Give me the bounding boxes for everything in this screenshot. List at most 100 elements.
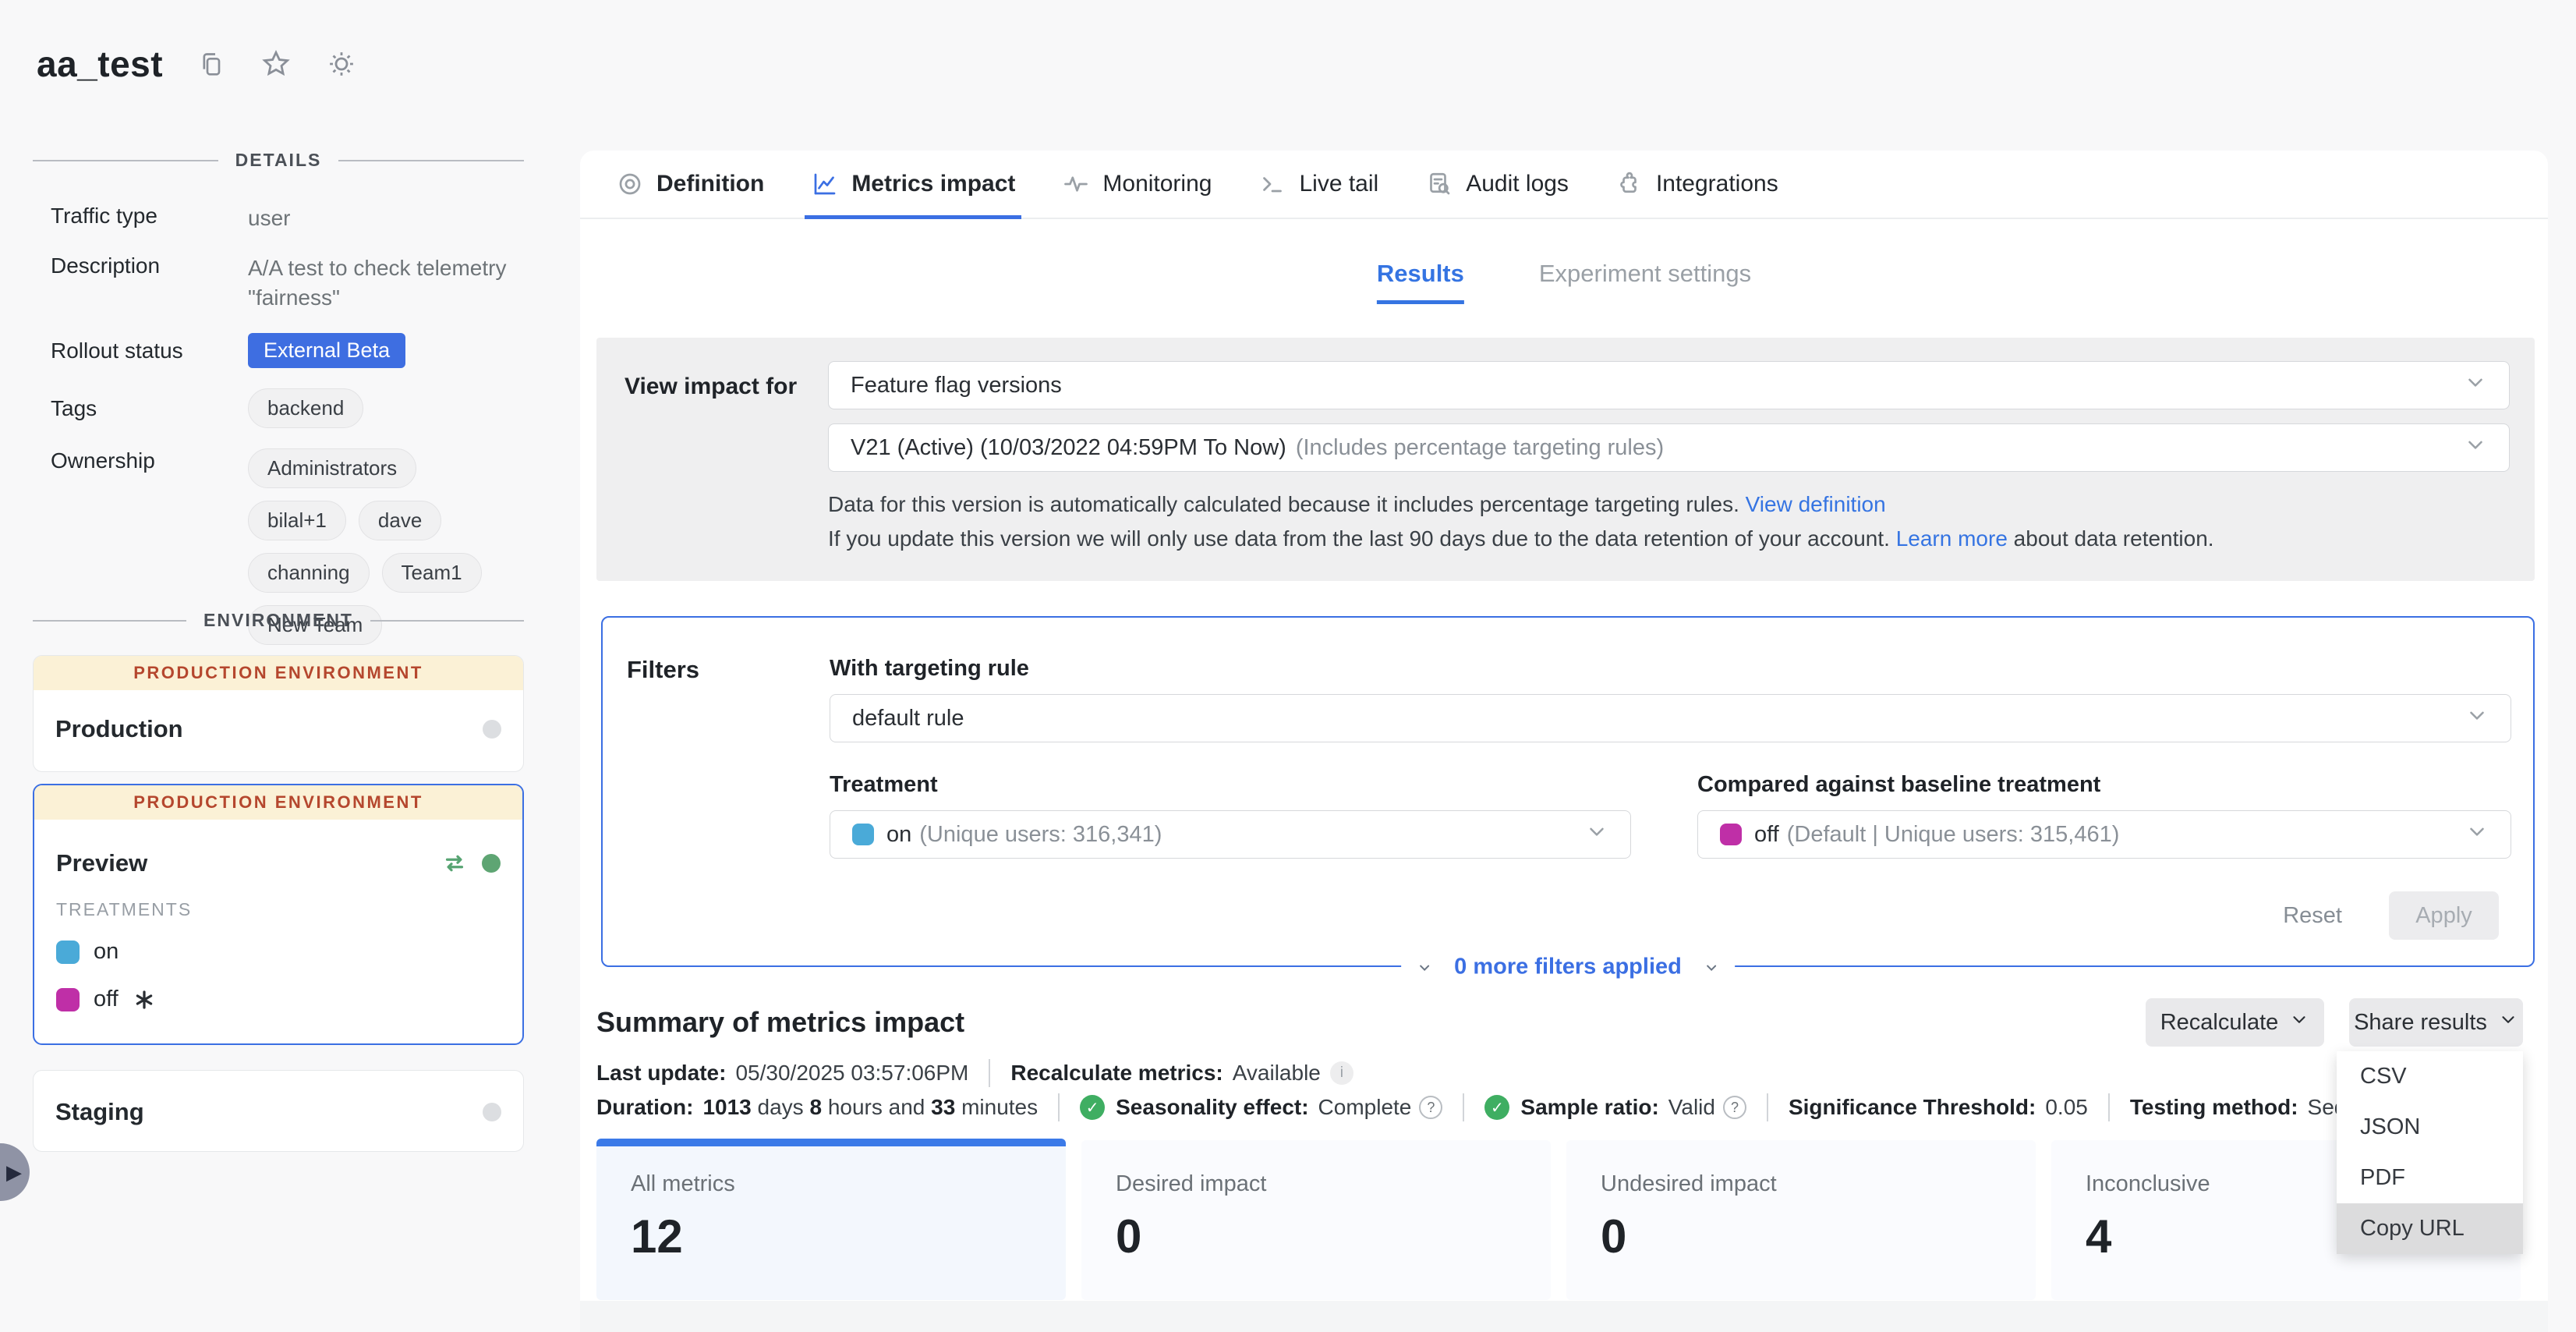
metric-card-label: Desired impact [1116, 1171, 1551, 1197]
duration-minutes-unit: minutes [961, 1095, 1038, 1120]
tab-metrics-impact[interactable]: Metrics impact [811, 151, 1015, 218]
star-icon[interactable] [260, 48, 292, 80]
metric-card-desired-impact[interactable]: Desired impact 0 [1081, 1140, 1551, 1300]
chevron-down-icon [2465, 703, 2489, 733]
share-results-button[interactable]: Share results [2349, 998, 2523, 1047]
menu-item-copy-url[interactable]: Copy URL [2337, 1203, 2523, 1254]
view-impact-label: View impact for [625, 374, 797, 400]
metric-card-undesired-impact[interactable]: Undesired impact 0 [1566, 1140, 2036, 1300]
menu-item-csv[interactable]: CSV [2337, 1051, 2523, 1102]
tab-label: Integrations [1656, 171, 1778, 197]
chevron-down-icon [2289, 1009, 2309, 1036]
metric-card-all-metrics[interactable]: All metrics 12 [596, 1140, 1066, 1300]
owner-pill[interactable]: dave [359, 501, 441, 540]
status-dot-gray [483, 1103, 501, 1121]
divider [989, 1059, 990, 1087]
tab-definition[interactable]: Definition [616, 151, 764, 218]
treatment-label: Treatment [830, 772, 1631, 798]
more-filters-toggle[interactable]: 0 more filters applied [1401, 951, 1735, 983]
owner-pill[interactable]: Administrators [248, 448, 416, 488]
production-environment-banner: PRODUCTION ENVIRONMENT [34, 785, 522, 820]
impact-type-select[interactable]: Feature flag versions [828, 361, 2510, 409]
tab-monitoring[interactable]: Monitoring [1062, 151, 1212, 218]
treatments-label: TREATMENTS [56, 899, 501, 920]
gear-icon[interactable] [325, 48, 358, 80]
metric-card-value: 0 [1116, 1210, 1551, 1263]
description-row: Description A/A test to check telemetry … [51, 253, 524, 313]
environment-heading-label: ENVIRONMENT [203, 610, 353, 631]
sidebar-collapse-handle[interactable]: ▶ [0, 1143, 30, 1201]
environment-card-staging[interactable]: Staging [33, 1070, 524, 1152]
duration-hours-unit: hours and [828, 1095, 925, 1120]
note-text: about data retention. [2014, 526, 2214, 551]
treatment-on-swatch [56, 941, 80, 964]
recalc-metrics-value: Available [1233, 1061, 1321, 1086]
summary-stats-line-1: Last update: 05/30/2025 03:57:06PM Recal… [596, 1059, 1353, 1087]
owner-pill[interactable]: Team1 [382, 553, 482, 593]
targeting-rule-select[interactable]: default rule [830, 694, 2511, 742]
divider [33, 620, 186, 622]
share-results-label: Share results [2354, 1010, 2487, 1036]
recalc-metrics-label: Recalculate metrics: [1010, 1061, 1223, 1086]
info-icon[interactable]: i [1330, 1061, 1353, 1085]
baseline-select[interactable]: off (Default | Unique users: 315,461) [1697, 810, 2511, 859]
version-select[interactable]: V21 (Active) (10/03/2022 04:59PM To Now)… [828, 423, 2510, 472]
rollout-status-badge[interactable]: External Beta [248, 333, 405, 368]
production-environment-banner: PRODUCTION ENVIRONMENT [34, 656, 523, 690]
treatment-off-swatch [56, 988, 80, 1011]
app-screen: aa_test DETAILS Traffic type user Descri… [0, 0, 2576, 1332]
menu-item-pdf[interactable]: PDF [2337, 1153, 2523, 1203]
main-panel: Definition Metrics impact Monitoring Liv… [580, 151, 2548, 1332]
recalculate-button[interactable]: Recalculate [2146, 998, 2324, 1047]
treatment-row-off: off [56, 987, 501, 1012]
swap-arrows-icon [440, 848, 469, 878]
help-icon[interactable]: ? [1723, 1096, 1746, 1119]
sample-ratio-value: Valid [1668, 1095, 1715, 1120]
baseline-value: off [1754, 822, 1779, 848]
tags-label: Tags [51, 396, 248, 421]
check-circle-icon: ✓ [1080, 1095, 1105, 1120]
duration-label: Duration: [596, 1095, 693, 1120]
audit-logs-icon [1425, 170, 1453, 198]
divider [1058, 1093, 1060, 1121]
chevron-down-icon [2465, 820, 2489, 849]
duration-minutes: 33 [931, 1095, 955, 1120]
environment-card-production[interactable]: PRODUCTION ENVIRONMENT Production [33, 655, 524, 772]
subtab-results[interactable]: Results [1377, 260, 1464, 304]
environment-name: Staging [55, 1098, 144, 1126]
help-icon[interactable]: ? [1419, 1096, 1442, 1119]
view-definition-link[interactable]: View definition [1746, 492, 1886, 516]
reset-button[interactable]: Reset [2283, 903, 2342, 929]
pulse-icon [1062, 170, 1090, 198]
description-value: A/A test to check telemetry "fairness" [248, 253, 524, 313]
treatment-off-swatch [1720, 824, 1742, 845]
tab-audit-logs[interactable]: Audit logs [1425, 151, 1569, 218]
baseline-label: Compared against baseline treatment [1697, 772, 2511, 798]
traffic-type-value: user [248, 204, 290, 233]
puzzle-icon [1615, 170, 1644, 198]
details-heading-label: DETAILS [235, 150, 322, 171]
duration-days: 1013 [702, 1095, 751, 1120]
subtab-experiment-settings[interactable]: Experiment settings [1539, 260, 1751, 304]
tag-pill[interactable]: backend [248, 388, 363, 428]
chevron-down-icon [2464, 370, 2487, 400]
learn-more-link[interactable]: Learn more [1896, 526, 2008, 551]
traffic-type-label: Traffic type [51, 204, 248, 233]
treatment-select[interactable]: on (Unique users: 316,341) [830, 810, 1631, 859]
apply-button[interactable]: Apply [2389, 891, 2499, 940]
tab-integrations[interactable]: Integrations [1615, 151, 1778, 218]
subtab-bar: Results Experiment settings [1377, 260, 1751, 304]
targeting-rule-label: With targeting rule [830, 656, 2511, 682]
check-circle-icon: ✓ [1484, 1095, 1509, 1120]
rollout-status-row: Rollout status External Beta [51, 333, 524, 368]
menu-item-json[interactable]: JSON [2337, 1102, 2523, 1153]
environment-card-preview[interactable]: PRODUCTION ENVIRONMENT Preview TREATMENT… [33, 784, 524, 1045]
status-dot-gray [483, 720, 501, 739]
significance-value: 0.05 [2045, 1095, 2088, 1120]
copy-icon[interactable] [196, 48, 227, 80]
owner-pill[interactable]: channing [248, 553, 370, 593]
tab-live-tail[interactable]: Live tail [1258, 151, 1378, 218]
owner-pill[interactable]: bilal+1 [248, 501, 346, 540]
description-label: Description [51, 253, 248, 313]
default-treatment-asterisk-icon [133, 988, 156, 1011]
